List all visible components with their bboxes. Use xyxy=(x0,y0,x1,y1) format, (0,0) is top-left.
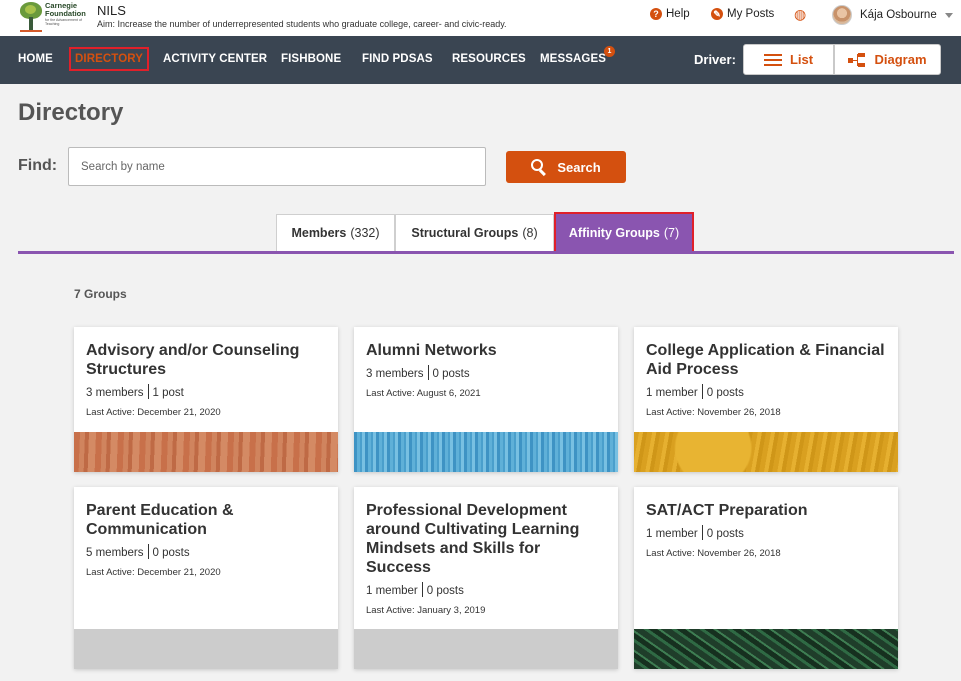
group-members: 5 members xyxy=(86,547,144,559)
language-button[interactable]: ◍ xyxy=(794,6,807,22)
nav-messages[interactable]: MESSAGES 1 xyxy=(540,46,615,65)
group-banner-image xyxy=(354,629,618,669)
driver-diagram-button[interactable]: Diagram xyxy=(834,44,941,75)
page-title: Directory xyxy=(18,99,124,126)
nav-directory[interactable]: DIRECTORY xyxy=(69,47,149,71)
driver-label: Driver: xyxy=(694,52,736,67)
tab-affinity-label: Affinity Groups xyxy=(568,225,660,240)
user-name: Kája Osbourne xyxy=(860,9,937,21)
top-bar: Carnegie Foundation for the Advancement … xyxy=(0,0,961,36)
group-posts: 0 posts xyxy=(432,368,470,380)
nav-activity-center[interactable]: ACTIVITY CENTER xyxy=(163,53,267,65)
group-last-active: Last Active: December 21, 2020 xyxy=(86,567,221,578)
group-card[interactable]: Alumni Networks 3 members 0 posts Last Ac… xyxy=(354,327,618,472)
chevron-down-icon xyxy=(944,12,953,18)
diagram-icon xyxy=(848,52,866,67)
group-banner-image xyxy=(354,432,618,472)
group-meta: 1 member 0 posts xyxy=(366,582,464,597)
group-banner-image xyxy=(634,432,898,472)
group-last-active: Last Active: December 21, 2020 xyxy=(86,407,221,418)
group-title[interactable]: Professional Development around Cultivat… xyxy=(366,501,606,577)
group-card[interactable]: Advisory and/or Counseling Structures 3 … xyxy=(74,327,338,472)
group-card[interactable]: SAT/ACT Preparation 1 member 0 posts Last… xyxy=(634,487,898,669)
tab-members[interactable]: Members (332) xyxy=(276,214,395,251)
search-icon xyxy=(531,159,547,177)
group-meta: 3 members 0 posts xyxy=(366,365,470,380)
group-card[interactable]: Professional Development around Cultivat… xyxy=(354,487,618,669)
group-meta: 3 members 1 post xyxy=(86,384,184,399)
list-icon xyxy=(763,53,782,66)
carnegie-logo[interactable]: Carnegie Foundation for the Advancement … xyxy=(18,1,90,33)
group-members: 3 members xyxy=(86,387,144,399)
group-posts: 0 posts xyxy=(706,528,744,540)
pencil-icon: ✎ xyxy=(711,8,723,20)
group-members: 3 members xyxy=(366,368,424,380)
group-banner-image xyxy=(634,629,898,669)
tab-members-label: Members xyxy=(291,226,347,240)
group-posts: 1 post xyxy=(152,387,184,399)
driver-list-label: List xyxy=(789,52,814,67)
help-label: Help xyxy=(666,8,690,20)
group-title[interactable]: SAT/ACT Preparation xyxy=(646,501,886,520)
aim-statement: Aim: Increase the number of underreprese… xyxy=(97,19,507,29)
tab-members-count: (332) xyxy=(350,226,380,240)
group-last-active: Last Active: January 3, 2019 xyxy=(366,605,486,616)
app-title[interactable]: NILS xyxy=(97,3,126,18)
group-last-active: Last Active: November 26, 2018 xyxy=(646,407,781,418)
nav-find-pdsas[interactable]: FIND PDSAS xyxy=(362,53,433,65)
search-button-label: Search xyxy=(557,159,601,175)
my-posts-label: My Posts xyxy=(727,8,775,20)
tabs-divider xyxy=(18,251,954,254)
group-meta: 5 members 0 posts xyxy=(86,544,190,559)
help-icon: ? xyxy=(650,8,662,20)
group-meta: 1 member 0 posts xyxy=(646,384,744,399)
logo-tagline: for the Advancement of Teaching xyxy=(45,18,82,27)
group-last-active: Last Active: November 26, 2018 xyxy=(646,548,781,559)
logo-name: Carnegie Foundation xyxy=(45,1,86,18)
main-nav: HOME DIRECTORY ACTIVITY CENTER FISHBONE … xyxy=(0,36,961,84)
group-posts: 0 posts xyxy=(152,547,190,559)
my-posts-link[interactable]: ✎ My Posts xyxy=(711,8,774,20)
nav-fishbone[interactable]: FISHBONE xyxy=(281,53,341,65)
nav-resources[interactable]: RESOURCES xyxy=(452,53,526,65)
group-title[interactable]: Parent Education & Communication xyxy=(86,501,326,539)
search-input[interactable] xyxy=(68,147,486,186)
tab-affinity-count: (7) xyxy=(663,225,680,240)
avatar xyxy=(832,5,852,25)
tree-logo-icon xyxy=(18,1,44,33)
nav-home[interactable]: HOME xyxy=(18,53,53,65)
globe-icon: ◍ xyxy=(794,6,807,22)
group-members: 1 member xyxy=(366,585,418,597)
search-button[interactable]: Search xyxy=(506,151,626,183)
tab-affinity-groups[interactable]: Affinity Groups (7) xyxy=(554,212,694,253)
tab-structural-label: Structural Groups xyxy=(411,226,519,240)
group-banner-image xyxy=(74,629,338,669)
groups-count: 7 Groups xyxy=(74,287,127,301)
tab-structural-count: (8) xyxy=(522,226,538,240)
group-last-active: Last Active: August 6, 2021 xyxy=(366,388,481,399)
group-members: 1 member xyxy=(646,528,698,540)
group-card[interactable]: College Application & Financial Aid Proc… xyxy=(634,327,898,472)
group-members: 1 member xyxy=(646,387,698,399)
group-posts: 0 posts xyxy=(706,387,744,399)
user-menu[interactable]: Kája Osbourne xyxy=(832,5,953,25)
messages-badge: 1 xyxy=(603,46,615,57)
driver-diagram-label: Diagram xyxy=(874,52,927,67)
group-meta: 1 member 0 posts xyxy=(646,525,744,540)
nav-messages-label: MESSAGES xyxy=(540,53,606,65)
group-title[interactable]: Advisory and/or Counseling Structures xyxy=(86,341,326,379)
group-posts: 0 posts xyxy=(426,585,464,597)
group-banner-image xyxy=(74,432,338,472)
driver-list-button[interactable]: List xyxy=(743,44,834,75)
group-title[interactable]: College Application & Financial Aid Proc… xyxy=(646,341,886,379)
help-link[interactable]: ? Help xyxy=(650,8,690,20)
group-card[interactable]: Parent Education & Communication 5 membe… xyxy=(74,487,338,669)
find-label: Find: xyxy=(18,157,58,174)
group-title[interactable]: Alumni Networks xyxy=(366,341,606,360)
tab-structural-groups[interactable]: Structural Groups (8) xyxy=(395,214,554,251)
